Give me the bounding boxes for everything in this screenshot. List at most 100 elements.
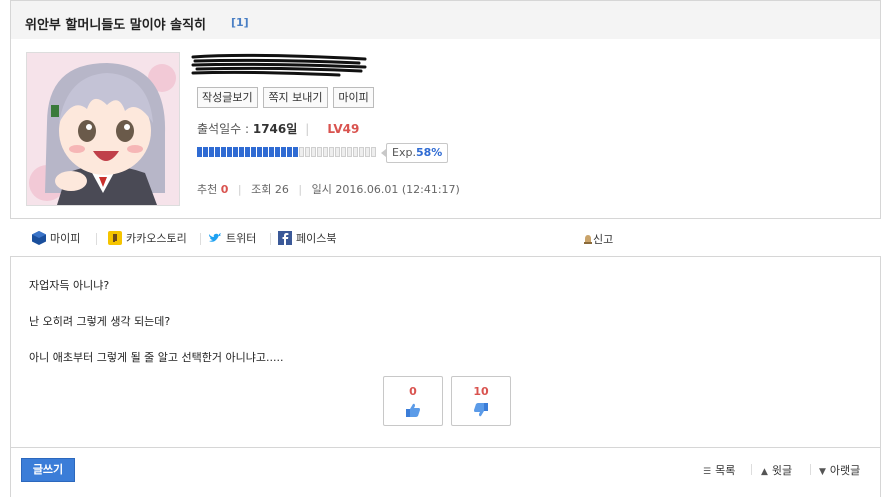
exp-segment	[317, 147, 322, 157]
prev-post-label: 윗글	[771, 464, 793, 477]
next-post-link[interactable]: ▼ 아랫글	[819, 462, 860, 478]
views-value: 26	[274, 183, 289, 196]
body-line: 난 오히려 그렇게 생각 되는데?	[29, 315, 171, 328]
divider: |	[298, 183, 303, 196]
share-kakaostory[interactable]: 카카오스토리	[108, 231, 187, 247]
exp-segment	[329, 147, 334, 157]
recommend-value: 0	[220, 183, 229, 196]
level-badge: LV49	[327, 122, 360, 136]
body-line: 아니 애초부터 그렇게 될 줄 알고 선택한거 아니냐고.....	[29, 351, 284, 364]
thumbs-up-icon	[405, 402, 421, 418]
upvote-button[interactable]: 0	[383, 376, 443, 426]
prev-post-link[interactable]: ▲ 윗글	[761, 462, 792, 478]
attendance-row: 출석일수 : 1746일 | LV49	[197, 120, 359, 137]
post-view: 위안부 할머니들도 말이야 솔직히 [1] 작성글보기 쪽지 보내기 마이피 출…	[10, 0, 882, 497]
view-posts-button[interactable]: 작성글보기	[197, 87, 258, 108]
redacted-nickname	[191, 53, 367, 77]
next-post-label: 아랫글	[829, 464, 861, 477]
exp-segment	[215, 147, 220, 157]
divider	[810, 464, 811, 475]
divider: |	[305, 122, 310, 136]
exp-progress-bar	[197, 147, 376, 159]
mypi-icon	[32, 231, 46, 245]
exp-segment	[347, 147, 352, 157]
facebook-icon	[278, 231, 292, 245]
post-title: 위안부 할머니들도 말이야 솔직히	[25, 18, 207, 33]
exp-segment	[305, 147, 310, 157]
post-stats-row: 추천 0 | 조회 26 | 일시 2016.06.01 (12:41:17)	[197, 181, 460, 197]
exp-segment	[239, 147, 244, 157]
share-kakaostory-label: 카카오스토리	[126, 232, 187, 245]
exp-segment	[311, 147, 316, 157]
caret-down-icon: ▼	[819, 467, 826, 477]
exp-segment	[269, 147, 274, 157]
exp-segment	[335, 147, 340, 157]
caret-up-icon: ▲	[761, 467, 768, 477]
divider	[96, 233, 97, 245]
share-mypi-label: 마이피	[50, 232, 81, 245]
exp-segment	[353, 147, 358, 157]
share-facebook[interactable]: 페이스북	[278, 231, 336, 247]
exp-tooltip: Exp.58%	[380, 143, 449, 163]
views-label: 조회	[251, 183, 272, 196]
exp-segment	[209, 147, 214, 157]
downvote-count: 10	[473, 385, 489, 398]
author-profile: 작성글보기 쪽지 보내기 마이피 출석일수 : 1746일 | LV49 Exp.5…	[10, 39, 881, 219]
divider: |	[237, 183, 242, 196]
share-mypi[interactable]: 마이피	[32, 231, 80, 247]
exp-segment	[233, 147, 238, 157]
recommend-label: 추천	[197, 183, 218, 196]
divider	[751, 464, 752, 475]
downvote-button[interactable]: 10	[451, 376, 511, 426]
post-body: 자업자득 아니냐? 난 오히려 그렇게 생각 되는데? 아니 애초부터 그렇게 …	[10, 257, 881, 447]
avatar[interactable]	[26, 52, 180, 206]
exp-segment	[203, 147, 208, 157]
author-action-buttons: 작성글보기 쪽지 보내기 마이피	[197, 87, 376, 108]
exp-segment	[197, 147, 202, 157]
exp-segment	[287, 147, 292, 157]
attendance-value: 1746일	[252, 122, 298, 136]
post-title-bar: 위안부 할머니들도 말이야 솔직히 [1]	[10, 0, 881, 40]
send-message-button[interactable]: 쪽지 보내기	[263, 87, 328, 108]
post-footer: 글쓰기 ☰ 목록 ▲ 윗글 ▼ 아랫글	[10, 447, 881, 497]
divider	[270, 233, 271, 245]
write-button[interactable]: 글쓰기	[21, 458, 75, 482]
report-button[interactable]: 신고	[583, 231, 613, 247]
share-twitter[interactable]: 트위터	[208, 231, 256, 247]
exp-segment	[263, 147, 268, 157]
exp-segment	[227, 147, 232, 157]
exp-segment	[275, 147, 280, 157]
divider	[200, 233, 201, 245]
exp-segment	[359, 147, 364, 157]
siren-icon	[583, 234, 593, 244]
attendance-label: 출석일수 :	[197, 122, 253, 136]
upvote-count: 0	[409, 385, 417, 398]
report-label: 신고	[593, 233, 614, 246]
list-label: 목록	[715, 464, 736, 477]
exp-segment	[371, 147, 376, 157]
share-bar: 마이피 카카오스토리 트위터 페이스북 신고	[10, 219, 881, 257]
list-link[interactable]: ☰ 목록	[703, 462, 735, 478]
date-label: 일시	[311, 183, 332, 196]
exp-segment	[281, 147, 286, 157]
comment-count[interactable]: [1]	[231, 16, 249, 29]
share-facebook-label: 페이스북	[296, 232, 337, 245]
exp-segment	[245, 147, 250, 157]
mypi-button[interactable]: 마이피	[333, 87, 374, 108]
exp-segment	[221, 147, 226, 157]
exp-segment	[299, 147, 304, 157]
date-value: 2016.06.01 (12:41:17)	[335, 183, 460, 196]
exp-percent: 58%	[415, 146, 443, 159]
exp-segment	[257, 147, 262, 157]
thumbs-down-icon	[473, 402, 489, 418]
kakaostory-icon	[108, 231, 122, 245]
exp-label: Exp.	[392, 146, 416, 159]
exp-segment	[251, 147, 256, 157]
exp-segment	[293, 147, 298, 157]
body-line: 자업자득 아니냐?	[29, 279, 110, 292]
share-twitter-label: 트위터	[226, 232, 257, 245]
exp-segment	[365, 147, 370, 157]
exp-segment	[341, 147, 346, 157]
exp-segment	[323, 147, 328, 157]
list-icon: ☰	[703, 467, 712, 477]
